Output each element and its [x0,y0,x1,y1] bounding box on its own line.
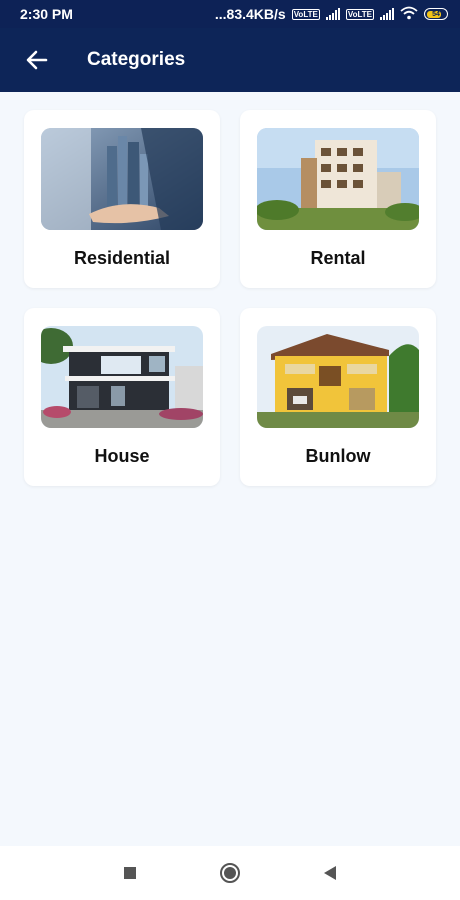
battery-icon: 54 [424,8,448,20]
volte-badge-2: VoLTE [345,8,374,20]
status-icons: ...83.4KB/s VoLTE VoLTE 54 [215,6,448,23]
category-label: House [94,446,150,466]
signal-icon [380,8,394,20]
battery-level: 54 [432,10,440,18]
home-icon [220,863,240,883]
wifi-icon [400,6,418,23]
category-label: Rental [310,248,366,268]
category-label: Bunlow [305,446,371,466]
volte-badge-1: VoLTE [291,8,320,20]
apartment-building-image [257,128,419,230]
back-nav-button[interactable] [319,862,341,884]
status-time: 2:30 PM [20,6,73,22]
recent-apps-button[interactable] [119,862,141,884]
category-card-bunlow[interactable]: Bunlow [240,308,436,486]
network-speed: ...83.4KB/s [214,6,286,22]
arrow-left-icon [26,50,48,70]
hand-holding-skyscrapers-image [41,128,203,230]
category-label: Residential [73,248,171,268]
app-bar: Categories [0,28,460,92]
page-title: Categories [87,49,186,70]
system-nav-bar [0,846,460,900]
home-button[interactable] [219,862,241,884]
back-button[interactable] [17,40,57,80]
recent-apps-icon [124,867,136,879]
signal-icon [325,8,340,20]
back-icon [324,866,336,880]
yellow-bungalow-image [257,326,419,428]
category-card-rental[interactable]: Rental [240,110,436,288]
status-bar: 2:30 PM ...83.4KB/s VoLTE VoLTE 54 [0,0,460,28]
categories-grid: Residential Rental House Bunlow [24,110,436,486]
category-card-residential[interactable]: Residential [24,110,220,288]
category-card-house[interactable]: House [24,308,220,486]
modern-house-image [41,326,203,428]
